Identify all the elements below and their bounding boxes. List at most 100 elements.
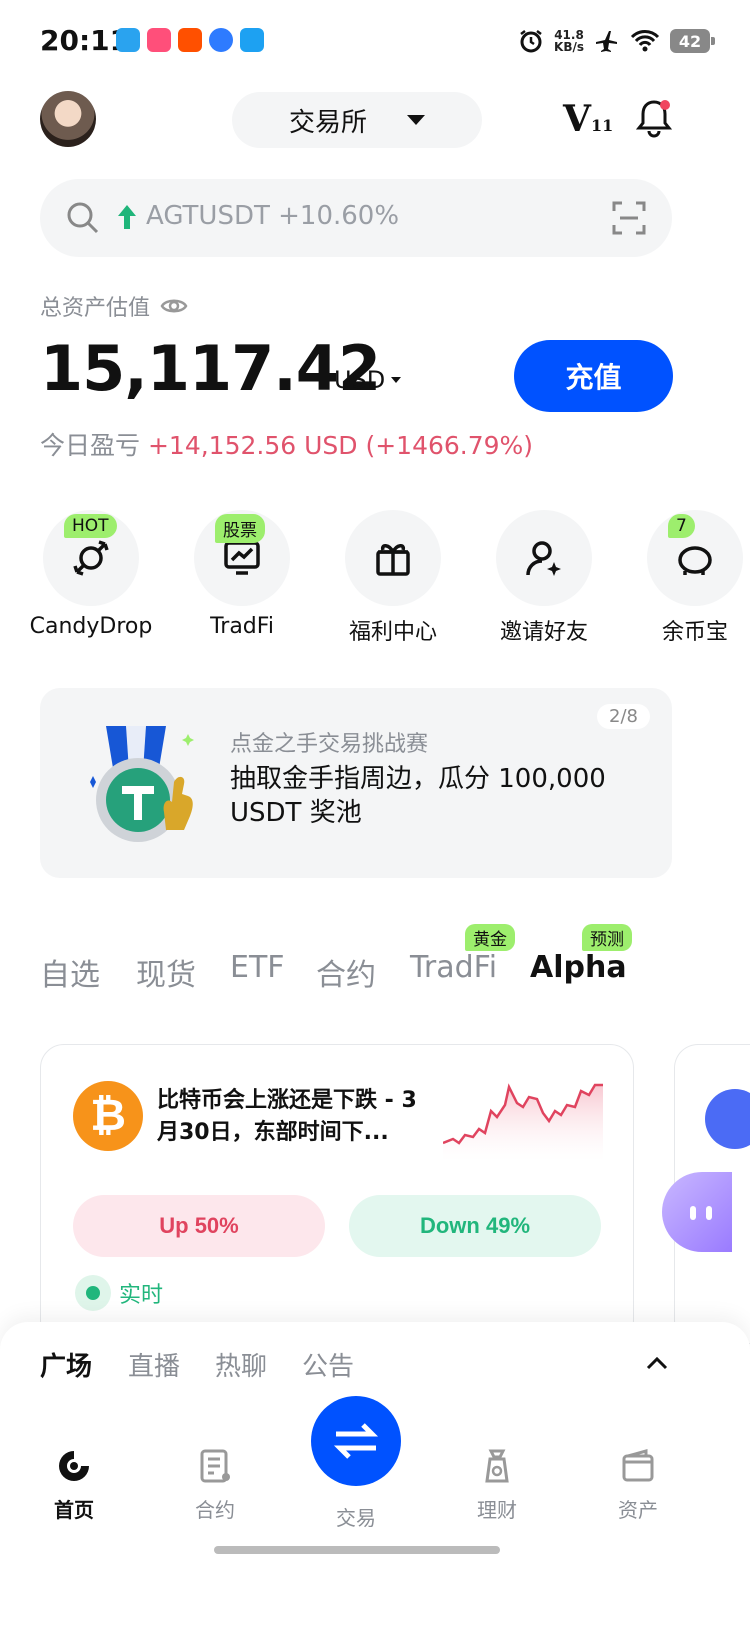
battery-indicator: 42: [670, 29, 715, 53]
app-notification-icon: [209, 28, 233, 52]
app-notification-icon: [147, 28, 171, 52]
down-button[interactable]: Down 49%: [349, 1195, 601, 1257]
daily-pnl: 今日盈亏 +14,152.56 USD (+1466.79%): [40, 426, 533, 462]
promo-title: 点金之手交易挑战赛: [230, 732, 429, 757]
exchange-label: 交易所: [288, 107, 367, 138]
tab-alpha[interactable]: Alpha: [530, 950, 627, 985]
eye-icon[interactable]: [160, 296, 188, 316]
prediction-title: 比特币会上涨还是下跌 - 3月30日，东部时间下...: [157, 1088, 417, 1145]
feed-tab-square[interactable]: 广场: [40, 1346, 92, 1383]
quick-action-label: 余币宝: [661, 620, 728, 645]
quick-badge: 7: [668, 514, 695, 538]
bottom-sheet: 广场 直播 热聊 公告 首页 合约 交易 理财 资产: [0, 1322, 750, 1650]
up-button[interactable]: Up 50%: [73, 1195, 325, 1257]
promo-banner[interactable]: 2/8 点金之手交易挑战赛 抽取金手指周边，瓜分 100,000 USDT 奖池: [40, 688, 672, 878]
promo-description: 抽取金手指周边，瓜分 100,000 USDT 奖池: [230, 764, 606, 828]
app-notification-icon: [116, 28, 140, 52]
live-indicator: 实时: [75, 1275, 163, 1311]
total-assets-value: 15,117.42: [40, 332, 381, 405]
caret-down-icon: [391, 377, 402, 383]
caret-down-icon: [407, 115, 425, 125]
status-indicators: 41.8 KB/s 42: [518, 26, 715, 56]
pnl-value: +14,152.56 USD (+1466.79%): [147, 431, 534, 460]
nav-assets[interactable]: 资产: [588, 1448, 688, 1523]
search-bar[interactable]: AGTUSDT +10.60%: [40, 179, 672, 257]
nav-label: 交易: [336, 1506, 376, 1530]
tab-spot[interactable]: 现货: [136, 950, 196, 994]
feed-tab-chat[interactable]: 热聊: [215, 1346, 267, 1383]
quick-action-welfare[interactable]: 福利中心: [318, 510, 468, 646]
vip-badge[interactable]: V11: [563, 98, 613, 140]
deposit-button[interactable]: 充值: [514, 340, 673, 412]
quick-action-circle: [345, 510, 441, 606]
network-speed: 41.8 KB/s: [554, 29, 584, 53]
exchange-selector[interactable]: 交易所: [232, 92, 482, 148]
quick-action-savings[interactable]: 7 余币宝: [620, 510, 750, 646]
quick-action-circle: [647, 510, 743, 606]
total-assets-label: 总资产估值: [40, 290, 188, 322]
chart-monitor-icon: [224, 541, 260, 575]
trade-swap-icon: [333, 1423, 379, 1459]
nav-label: 理财: [477, 1498, 517, 1522]
invite-user-icon: [526, 541, 561, 576]
wallet-icon: [622, 1449, 654, 1482]
alarm-icon: [520, 30, 542, 53]
quick-action-label: TradFi: [210, 614, 274, 639]
gift-icon: [376, 544, 410, 576]
vip-letter: V: [563, 98, 591, 140]
tab-badge: 预测: [582, 924, 632, 951]
search-icon: [67, 202, 99, 234]
tab-tradfi[interactable]: TradFi: [410, 950, 497, 985]
asset-label-text: 总资产估值: [40, 296, 151, 321]
sparkline-chart: [443, 1083, 603, 1161]
quick-action-circle: [496, 510, 592, 606]
assistant-mascot-icon[interactable]: [662, 1172, 732, 1252]
nav-trade-label[interactable]: 交易: [306, 1496, 406, 1531]
trend-up-icon: [118, 205, 136, 229]
bitcoin-icon: ₿: [73, 1081, 143, 1151]
medal-icon: [90, 726, 194, 842]
nav-label: 合约: [195, 1498, 235, 1522]
quick-badge: 股票: [215, 514, 265, 543]
quick-action-tradfi[interactable]: 股票 TradFi: [167, 510, 317, 639]
pnl-label: 今日盈亏: [40, 431, 141, 460]
candy-icon: [73, 540, 109, 576]
home-indicator: [214, 1546, 500, 1554]
nav-futures[interactable]: 合约: [165, 1448, 265, 1523]
tab-badge: 黄金: [465, 924, 515, 951]
nav-label: 资产: [618, 1498, 658, 1522]
finance-icon: [485, 1449, 509, 1483]
tab-futures[interactable]: 合约: [316, 950, 376, 994]
chevron-up-icon[interactable]: [646, 1356, 668, 1370]
currency-selector[interactable]: USD: [334, 366, 402, 394]
prediction-card[interactable]: ₿ 比特币会上涨还是下跌 - 3月30日，东部时间下... Up 50% Dow…: [40, 1044, 634, 1344]
app-notification-icon: [178, 28, 202, 52]
quick-action-invite[interactable]: 邀请好友: [469, 510, 619, 646]
quick-action-label: CandyDrop: [29, 614, 153, 639]
trade-button[interactable]: [311, 1396, 401, 1486]
piggy-bank-icon: [678, 546, 712, 575]
coin-icon: [705, 1089, 750, 1149]
nav-home[interactable]: 首页: [24, 1448, 124, 1523]
status-bar: 20:11 41.8 KB/s 42: [0, 0, 750, 80]
quick-action-label: 福利中心: [348, 620, 437, 645]
nav-label: 首页: [54, 1498, 94, 1522]
quick-action-label: 邀请好友: [499, 620, 588, 645]
net-speed-unit: KB/s: [554, 40, 584, 54]
app-notification-icon: [240, 28, 264, 52]
tab-etf[interactable]: ETF: [230, 950, 285, 985]
avatar[interactable]: [40, 91, 96, 147]
scan-icon[interactable]: [612, 201, 646, 235]
vip-level: 11: [590, 116, 614, 135]
tab-watchlist[interactable]: 自选: [40, 950, 100, 994]
bell-icon[interactable]: [636, 98, 672, 138]
nav-finance[interactable]: 理财: [447, 1448, 547, 1523]
feed-tab-live[interactable]: 直播: [128, 1346, 180, 1383]
live-dot-icon: [75, 1275, 111, 1311]
home-icon: [59, 1451, 89, 1481]
airplane-icon: [596, 31, 617, 52]
promo-page-counter: 2/8: [597, 704, 650, 729]
quick-action-candydrop[interactable]: HOT CandyDrop: [16, 510, 166, 639]
live-label: 实时: [119, 1283, 164, 1308]
feed-tab-announcements[interactable]: 公告: [302, 1346, 354, 1383]
